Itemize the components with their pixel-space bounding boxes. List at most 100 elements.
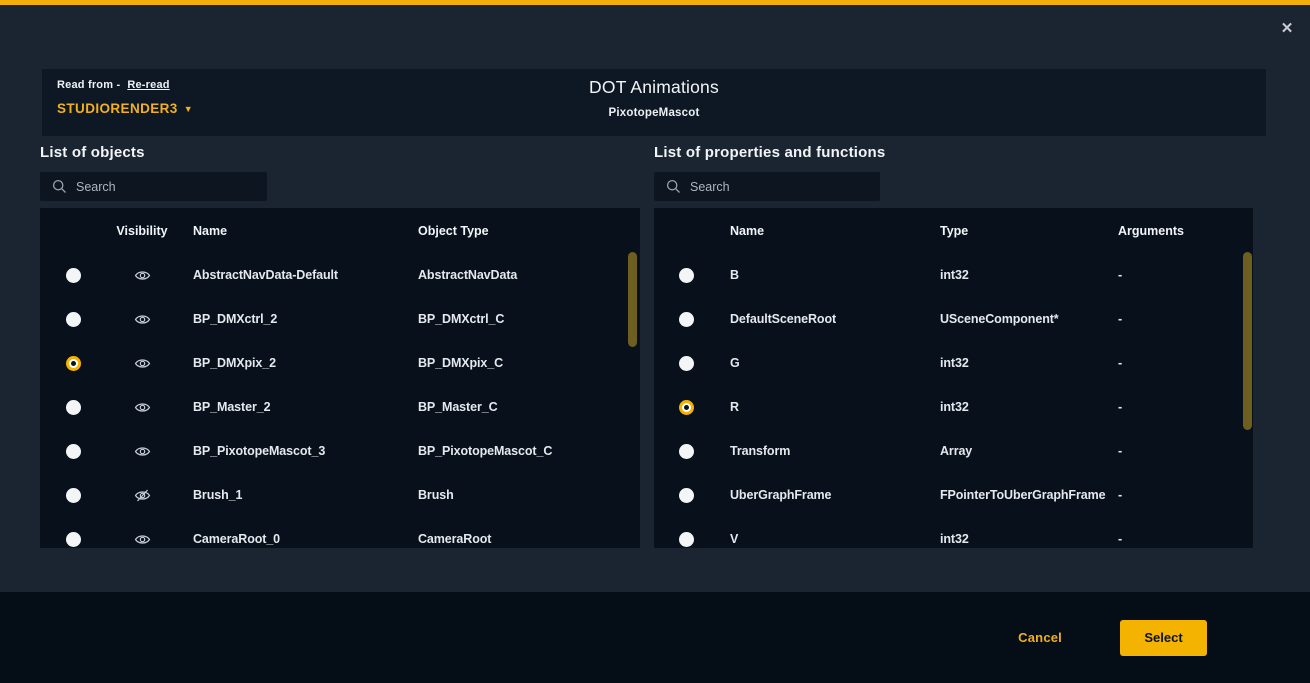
search-icon [52,179,67,194]
dialog-header: Read from - Re-read STUDIORENDER3 ▼ DOT An… [42,69,1266,136]
dialog-subtitle: PixotopeMascot [42,107,1266,119]
read-from-label: Read from - [57,79,120,91]
table-row[interactable]: CameraRoot_0CameraRoot [40,517,640,548]
close-icon: ✕ [1281,20,1294,37]
table-row[interactable]: BP_Master_2BP_Master_C [40,385,640,429]
property-arguments: - [1106,444,1253,458]
objects-table-body: AbstractNavData-DefaultAbstractNavDataBP… [40,253,640,548]
property-name: DefaultSceneRoot [718,312,928,326]
table-row[interactable]: UberGraphFrameFPointerToUberGraphFrame- [654,473,1253,517]
column-header-arguments: Arguments [1106,224,1253,238]
objects-search-input[interactable] [76,180,259,194]
table-row[interactable]: Gint32- [654,341,1253,385]
object-name: AbstractNavData-Default [178,268,398,282]
object-name: BP_DMXctrl_2 [178,312,398,326]
dialog-window: ✕ Read from - Re-read STUDIORENDER3 ▼ DOT … [0,0,1310,683]
property-type: Array [928,444,1106,458]
table-row[interactable]: TransformArray- [654,429,1253,473]
table-row[interactable]: Bint32- [654,253,1253,297]
chevron-down-icon: ▼ [184,104,193,114]
properties-scrollbar[interactable] [1243,252,1252,430]
radio-button[interactable] [66,312,81,327]
eye-icon[interactable] [134,401,151,414]
radio-button[interactable] [66,400,81,415]
radio-button[interactable] [679,400,694,415]
table-row[interactable]: DefaultSceneRootUSceneComponent*- [654,297,1253,341]
property-type: int32 [928,400,1106,414]
property-type: int32 [928,268,1106,282]
eye-slash-icon[interactable] [134,489,151,502]
reread-link[interactable]: Re-read [127,79,169,91]
object-name: BP_DMXpix_2 [178,356,398,370]
table-row[interactable]: Vint32- [654,517,1253,548]
objects-scrollbar[interactable] [628,252,637,347]
property-arguments: - [1106,312,1253,326]
property-name: UberGraphFrame [718,488,928,502]
machine-selector-label: STUDIORENDER3 [57,101,178,116]
machine-selector[interactable]: STUDIORENDER3 ▼ [57,101,193,116]
properties-panel-title: List of properties and functions [654,144,885,161]
table-row[interactable]: BP_PixotopeMascot_3BP_PixotopeMascot_C [40,429,640,473]
table-row[interactable]: Brush_1Brush [40,473,640,517]
properties-table-header: Name Type Arguments [654,208,1253,253]
object-type: BP_PixotopeMascot_C [398,444,640,458]
object-name: BP_PixotopeMascot_3 [178,444,398,458]
property-type: int32 [928,356,1106,370]
object-type: CameraRoot [398,532,640,546]
select-button[interactable]: Select [1120,620,1207,656]
radio-button[interactable] [66,532,81,547]
radio-button[interactable] [679,488,694,503]
cancel-button[interactable]: Cancel [1018,630,1062,645]
property-arguments: - [1106,356,1253,370]
object-type: Brush [398,488,640,502]
property-name: B [718,268,928,282]
eye-icon[interactable] [134,357,151,370]
radio-button[interactable] [679,312,694,327]
properties-search-box[interactable] [654,172,880,201]
objects-table-header: Visibility Name Object Type [40,208,640,253]
objects-table: Visibility Name Object Type AbstractNavD… [40,208,640,548]
object-type: BP_DMXctrl_C [398,312,640,326]
table-row[interactable]: BP_DMXctrl_2BP_DMXctrl_C [40,297,640,341]
property-type: USceneComponent* [928,312,1106,326]
properties-table-body: Bint32-DefaultSceneRootUSceneComponent*-… [654,253,1253,548]
radio-button[interactable] [66,444,81,459]
property-arguments: - [1106,268,1253,282]
column-header-object-type: Object Type [398,224,640,238]
table-row[interactable]: BP_DMXpix_2BP_DMXpix_C [40,341,640,385]
property-name: R [718,400,928,414]
radio-button[interactable] [679,356,694,371]
objects-search-box[interactable] [40,172,267,201]
property-name: Transform [718,444,928,458]
radio-button[interactable] [679,268,694,283]
accent-bar [0,0,1310,5]
radio-button[interactable] [66,268,81,283]
property-type: FPointerToUberGraphFrame [928,488,1106,502]
object-type: BP_DMXpix_C [398,356,640,370]
object-name: BP_Master_2 [178,400,398,414]
property-arguments: - [1106,400,1253,414]
property-name: G [718,356,928,370]
eye-icon[interactable] [134,313,151,326]
column-header-visibility: Visibility [106,224,178,238]
object-type: BP_Master_C [398,400,640,414]
table-row[interactable]: AbstractNavData-DefaultAbstractNavData [40,253,640,297]
eye-icon[interactable] [134,445,151,458]
object-type: AbstractNavData [398,268,640,282]
property-arguments: - [1106,532,1253,546]
table-row[interactable]: Rint32- [654,385,1253,429]
dialog-title: DOT Animations [42,77,1266,98]
eye-icon[interactable] [134,269,151,282]
radio-button[interactable] [66,356,81,371]
column-header-name: Name [718,224,928,238]
dialog-footer: Cancel Select [0,592,1310,683]
eye-icon[interactable] [134,533,151,546]
properties-table: Name Type Arguments Bint32-DefaultSceneR… [654,208,1253,548]
close-button[interactable]: ✕ [1277,19,1297,39]
property-name: V [718,532,928,546]
objects-panel-title: List of objects [40,144,145,161]
properties-search-input[interactable] [690,180,872,194]
radio-button[interactable] [66,488,81,503]
radio-button[interactable] [679,532,694,547]
radio-button[interactable] [679,444,694,459]
